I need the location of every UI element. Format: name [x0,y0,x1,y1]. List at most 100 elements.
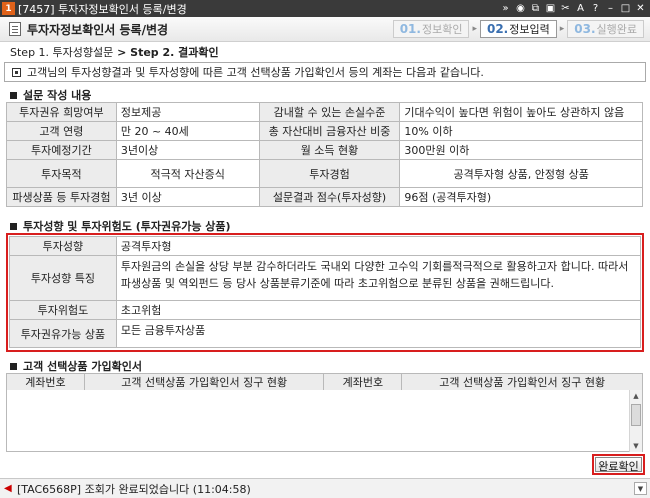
survey-value: 만 20 ~ 40세 [115,121,260,141]
font-icon[interactable]: A [575,3,586,14]
step-3: 03. 실행완료 [567,20,644,38]
bullet-icon [10,362,17,370]
profile-products-label: 투자권유가능 상품 [9,319,117,348]
column-header-status[interactable]: 고객 선택상품 가입확인서 징구 현황 [401,373,643,391]
vertical-scrollbar[interactable]: ▲ ▼ [629,390,642,452]
confirmation-table-header: 계좌번호 고객 선택상품 가입확인서 징구 현황 계좌번호 고객 선택상품 가입… [6,373,643,391]
profile-type-label: 투자성향 [9,236,117,256]
breadcrumb-step2: Step 2. 결과확인 [130,46,219,59]
profile-products-value: 모든 금융투자상품 [115,319,642,348]
survey-value: 3년이상 [115,140,260,160]
scroll-up-icon[interactable]: ▲ [630,390,642,402]
table-row: 투자권유 희망여부 정보제공 감내할 수 있는 손실수준 기대수익이 높다면 위… [6,102,643,122]
complete-button-highlight: 완료확인 [592,454,645,475]
survey-label: 설문결과 점수(투자성향) [258,187,401,207]
survey-value: 96점 (공격투자형) [399,187,643,207]
survey-section-title: 설문 작성 내용 [10,87,91,103]
confirmation-section-title: 고객 선택상품 가입확인서 [10,358,142,374]
bullet-icon [10,222,17,230]
page-title: 투자자정보확인서 등록/변경 [27,22,169,37]
step-1-label: 정보확인 [421,23,463,36]
profile-risk-label: 투자위험도 [9,300,117,320]
table-row: 투자성향 특징 투자원금의 손실을 상당 부분 감수하더라도 국내외 다양한 고… [9,255,642,301]
step-2: 02. 정보입력 [479,20,557,38]
window-titlebar: 1 [7457] 투자자정보확인서 등록/변경 » ◉ ⧉ ▣ ✂ A ? – … [0,0,650,17]
page-header: 투자자정보확인서 등록/변경 01. 정보확인 ▸ 02. 정보입력 ▸ 03.… [0,17,650,42]
warning-icon: ◀ [4,482,12,494]
survey-label: 고객 연령 [6,121,117,141]
confirmation-section-label: 고객 선택상품 가입확인서 [23,360,142,373]
survey-value: 적극적 자산증식 [115,159,260,188]
survey-label: 총 자산대비 금융자산 비중 [258,121,401,141]
column-header-status[interactable]: 고객 선택상품 가입확인서 징구 현황 [83,373,325,391]
table-row: 투자성향 공격투자형 [9,236,642,256]
survey-label: 월 소득 현황 [258,140,401,160]
survey-value: 정보제공 [115,102,260,122]
profile-section-label: 투자성향 및 투자위험도 (투자권유가능 상품) [23,220,231,233]
help-icon[interactable]: ? [590,3,601,14]
double-arrow-icon[interactable]: » [500,3,511,14]
survey-label: 감내할 수 있는 손실수준 [258,102,401,122]
survey-value: 기대수익이 높다면 위험이 높아도 상관하지 않음 [399,102,643,122]
maximize-icon[interactable]: □ [620,3,631,14]
table-row: 투자목적 적극적 자산증식 투자경험 공격투자형 상품, 안정형 상품 [6,159,643,188]
step-indicator: 01. 정보확인 ▸ 02. 정보입력 ▸ 03. 실행완료 [392,20,644,38]
titlebar-icons: » ◉ ⧉ ▣ ✂ A ? – □ ✕ [500,3,650,14]
step-3-label: 실행완료 [596,23,637,36]
survey-value: 공격투자형 상품, 안정형 상품 [399,159,643,188]
table-row: 파생상품 등 투자경험 3년 이상 설문결과 점수(투자성향) 96점 (공격투… [6,187,643,207]
complete-confirm-button[interactable]: 완료확인 [595,457,642,473]
step-arrow-icon: ▸ [559,24,565,34]
survey-label: 파생상품 등 투자경험 [6,187,117,207]
survey-label: 투자목적 [6,159,117,188]
profile-table: 투자성향 공격투자형 투자성향 특징 투자원금의 손실을 상당 부분 감수하더라… [9,236,642,348]
column-header-account[interactable]: 계좌번호 [6,373,85,391]
profile-feature-value: 투자원금의 손실을 상당 부분 감수하더라도 국내외 다양한 고수익 기회를적극… [115,255,642,301]
chevron-down-icon[interactable]: ▼ [634,482,647,495]
table-header-row: 계좌번호 고객 선택상품 가입확인서 징구 현황 계좌번호 고객 선택상품 가입… [6,373,643,391]
record-icon[interactable]: ◉ [515,3,526,14]
profile-feature-label: 투자성향 특징 [9,255,117,301]
app-badge: 1 [2,2,15,15]
close-icon[interactable]: ✕ [635,3,646,14]
scroll-down-icon[interactable]: ▼ [630,440,642,452]
table-row: 투자예정기간 3년이상 월 소득 현황 300만원 이하 [6,140,643,160]
window-title: [7457] 투자자정보확인서 등록/변경 [18,2,187,16]
survey-value: 10% 이하 [399,121,643,141]
step-arrow-icon: ▸ [472,24,477,34]
survey-section-label: 설문 작성 내용 [23,89,92,102]
step-1-number: 01. [399,22,421,36]
breadcrumb: Step 1. 투자성향설문 > Step 2. 결과확인 [10,44,219,60]
notice-text: 고객님의 투자성향결과 및 투자성향에 따른 고객 선택상품 가입확인서 등의 … [27,66,484,79]
survey-label: 투자예정기간 [6,140,117,160]
status-bar: ◀ [TAC6568P] 조회가 완료되었습니다 (11:04:58) ▼ [0,478,650,498]
status-message: [TAC6568P] 조회가 완료되었습니다 (11:04:58) [17,482,251,496]
survey-label: 투자권유 희망여부 [6,102,117,122]
window-icon[interactable]: ⧉ [530,3,541,14]
scroll-thumb[interactable] [631,404,641,426]
profile-risk-value: 초고위험 [115,300,642,320]
step-3-number: 03. [574,22,596,36]
minimize-icon[interactable]: – [605,3,616,14]
step-2-label: 정보입력 [509,23,550,36]
survey-value: 300만원 이하 [399,140,643,160]
survey-label: 투자경험 [258,159,401,188]
document-icon [9,22,21,36]
table-row: 투자권유가능 상품 모든 금융투자상품 [9,319,642,348]
column-header-account[interactable]: 계좌번호 [323,373,403,391]
notice-box: 고객님의 투자성향결과 및 투자성향에 따른 고객 선택상품 가입확인서 등의 … [4,62,646,82]
tools-icon[interactable]: ✂ [560,3,571,14]
survey-value: 3년 이상 [115,187,260,207]
bullet-icon [10,91,17,99]
step-2-number: 02. [486,22,509,36]
table-row: 투자위험도 초고위험 [9,300,642,320]
table-row: 고객 연령 만 20 ~ 40세 총 자산대비 금융자산 비중 10% 이하 [6,121,643,141]
notice-square-icon [12,67,21,77]
lock-icon[interactable]: ▣ [545,3,556,14]
profile-section-title: 투자성향 및 투자위험도 (투자권유가능 상품) [10,218,231,234]
breadcrumb-separator: > [113,46,131,59]
profile-type-value: 공격투자형 [115,236,642,256]
survey-table: 투자권유 희망여부 정보제공 감내할 수 있는 손실수준 기대수익이 높다면 위… [6,102,643,207]
breadcrumb-step1: Step 1. 투자성향설문 [10,46,114,59]
confirmation-list[interactable]: ▲ ▼ [6,390,643,452]
